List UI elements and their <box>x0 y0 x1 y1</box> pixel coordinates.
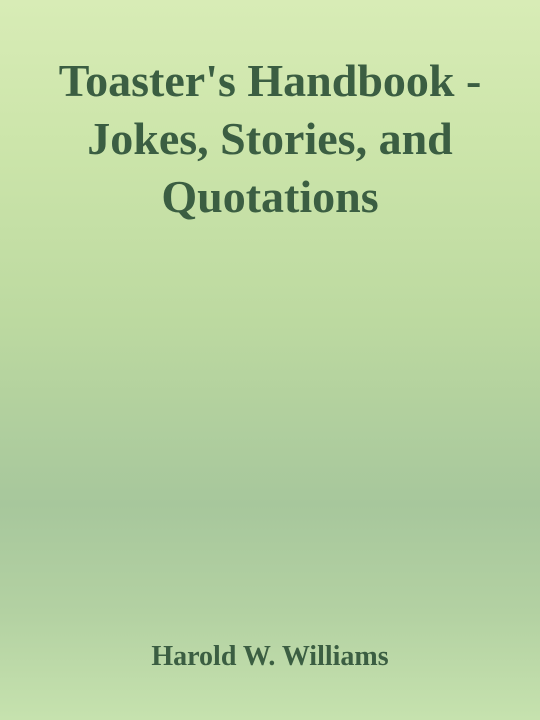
book-author: Harold W. Williams <box>151 641 389 672</box>
book-title: Toaster's Handbook - Jokes, Stories, and… <box>58 55 482 222</box>
book-cover: Toaster's Handbook - Jokes, Stories, and… <box>0 0 540 720</box>
